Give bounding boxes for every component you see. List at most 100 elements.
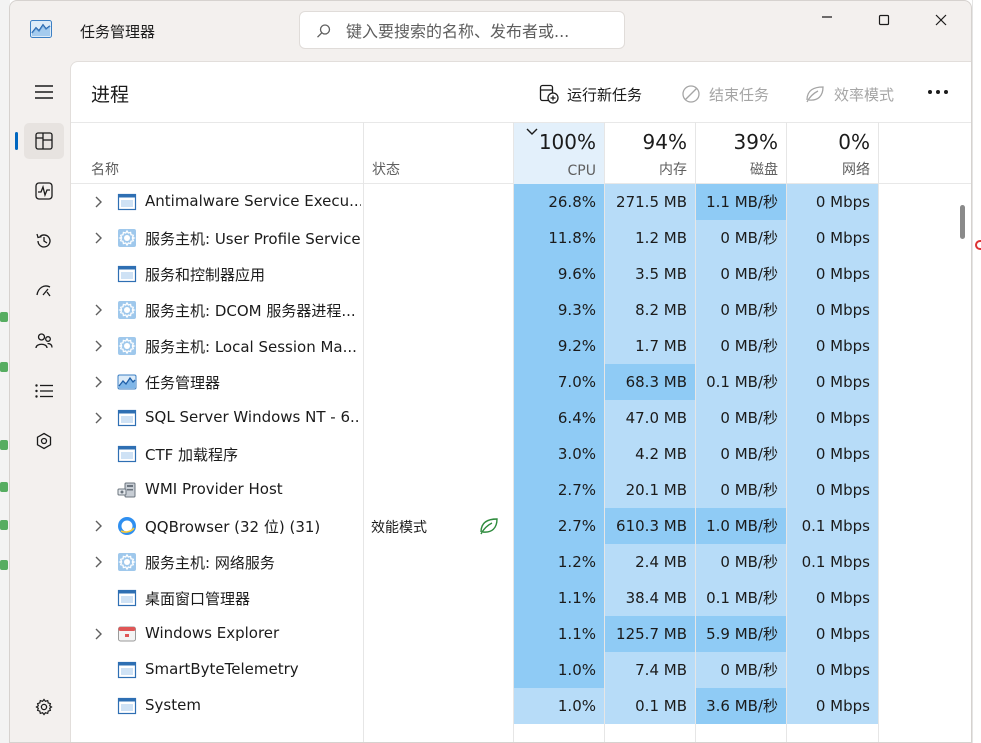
network-value: 0 Mbps [787, 616, 878, 652]
task-manager-window: 任务管理器 键入要搜索的名称、发布者或... 进程 运行新任务 结束任务 效率模… [9, 0, 972, 743]
table-row[interactable]: System 1.0% 0.1 MB 3.6 MB/秒 0 Mbps [71, 688, 959, 724]
column-disk-label: 磁盘 [750, 162, 778, 178]
memory-value: 20.1 MB [605, 472, 695, 508]
efficiency-mode-button[interactable]: 效率模式 [804, 82, 894, 106]
process-name: 任务管理器 [145, 374, 221, 392]
table-row[interactable]: QQBrowser (32 位) (31) 效能模式 2.7% 610.3 MB 1.0… [71, 508, 959, 544]
table-row[interactable]: 服务主机: Local Session Ma... 9.2% 1.7 MB 0 MB/… [71, 328, 959, 364]
minimize-button[interactable] [804, 1, 850, 39]
nav-performance[interactable] [24, 173, 64, 209]
users-icon [35, 333, 53, 349]
efficiency-leaf-icon [806, 86, 824, 103]
chevron-right-icon[interactable] [93, 519, 105, 533]
table-row[interactable]: 服务主机: User Profile Service 11.8% 1.2 MB 0 M… [71, 220, 959, 256]
disk-value: 5.9 MB/秒 [696, 616, 786, 652]
efficiency-mode-label: 效率模式 [834, 85, 895, 104]
table-row[interactable]: SmartByteTelemetry 1.0% 7.4 MB 0 MB/秒 0 Mbps [71, 652, 959, 688]
page-title: 进程 [91, 84, 130, 106]
process-name: 桌面窗口管理器 [145, 590, 251, 608]
more-options-button[interactable] [927, 80, 955, 104]
memory-value: 125.7 MB [605, 616, 695, 652]
details-list-icon [35, 384, 53, 398]
disk-value: 0 MB/秒 [696, 292, 786, 328]
chevron-right-icon[interactable] [93, 411, 105, 425]
background-red-mark [975, 240, 981, 250]
cpu-value: 7.0% [514, 364, 604, 400]
maximize-button[interactable] [861, 1, 907, 39]
chevron-right-icon[interactable] [93, 303, 105, 317]
cpu-value: 6.4% [514, 400, 604, 436]
disk-value: 0 MB/秒 [696, 544, 786, 580]
chevron-right-icon[interactable] [93, 195, 105, 209]
cpu-value: 1.0% [514, 688, 604, 724]
sort-descending-icon [526, 128, 538, 135]
table-row[interactable]: WMI Provider Host 2.7% 20.1 MB 0 MB/秒 0 Mbps [71, 472, 959, 508]
table-row[interactable]: 任务管理器 7.0% 68.3 MB 0.1 MB/秒 0 Mbps [71, 364, 959, 400]
memory-value: 1.7 MB [605, 328, 695, 364]
memory-total-percent: 94% [642, 130, 687, 154]
window-app-icon [117, 408, 137, 428]
disk-value: 0 MB/秒 [696, 256, 786, 292]
column-header-memory[interactable]: 94% 内存 [605, 123, 695, 185]
end-task-button[interactable]: 结束任务 [681, 82, 769, 106]
window-app-icon [117, 696, 137, 716]
table-row[interactable]: 服务主机: 网络服务 1.2% 2.4 MB 0 MB/秒 0.1 Mbps [71, 544, 959, 580]
more-dots-icon [928, 90, 948, 94]
minimize-icon [822, 16, 832, 18]
table-row[interactable]: Windows Explorer 1.1% 125.7 MB 5.9 MB/秒 0 Mb… [71, 616, 959, 652]
nav-processes[interactable] [24, 123, 64, 159]
service-gear-icon [117, 300, 137, 320]
network-value: 0 Mbps [787, 184, 878, 220]
nav-details[interactable] [24, 373, 64, 409]
cpu-value: 1.2% [514, 544, 604, 580]
disk-value: 0.1 MB/秒 [696, 364, 786, 400]
chevron-right-icon[interactable] [93, 375, 105, 389]
chevron-right-icon[interactable] [93, 627, 105, 641]
network-value: 0 Mbps [787, 436, 878, 472]
network-value: 0 Mbps [787, 652, 878, 688]
network-value: 0 Mbps [787, 472, 878, 508]
network-value: 0 Mbps [787, 364, 878, 400]
process-status: 效能模式 [371, 520, 427, 536]
title-bar[interactable]: 任务管理器 [10, 1, 971, 59]
task-manager-icon [30, 20, 52, 38]
column-status-label: 状态 [372, 162, 400, 178]
table-row[interactable]: 桌面窗口管理器 1.1% 38.4 MB 0.1 MB/秒 0 Mbps [71, 580, 959, 616]
maximize-icon [878, 14, 890, 26]
disk-value: 0 MB/秒 [696, 436, 786, 472]
column-name-label: 名称 [91, 162, 119, 178]
chevron-right-icon[interactable] [93, 339, 105, 353]
nav-users[interactable] [24, 323, 64, 359]
memory-value: 8.2 MB [605, 292, 695, 328]
process-name: System [145, 696, 201, 714]
network-total-percent: 0% [838, 130, 870, 154]
cpu-value: 11.8% [514, 220, 604, 256]
nav-startup-apps[interactable] [24, 273, 64, 309]
chevron-right-icon[interactable] [93, 231, 105, 245]
chevron-right-icon[interactable] [93, 555, 105, 569]
settings-button[interactable] [24, 689, 64, 725]
table-row[interactable]: 服务主机: DCOM 服务器进程... 9.3% 8.2 MB 0 MB/秒 0 Mbp… [71, 292, 959, 328]
column-header-status[interactable]: 状态 [364, 123, 514, 185]
vertical-scrollbar-thumb[interactable] [960, 205, 965, 239]
column-header-network[interactable]: 0% 网络 [787, 123, 878, 185]
column-header-name[interactable]: 名称 [71, 123, 363, 185]
cpu-value: 2.7% [514, 472, 604, 508]
nav-services[interactable] [24, 423, 64, 459]
close-button[interactable] [918, 1, 964, 39]
services-puzzle-icon [36, 432, 52, 450]
memory-value: 0.1 MB [605, 688, 695, 724]
nav-menu-button[interactable] [24, 74, 64, 110]
run-new-task-button[interactable]: 运行新任务 [539, 82, 642, 106]
search-input[interactable] [346, 19, 606, 43]
disk-value: 1.0 MB/秒 [696, 508, 786, 544]
search-box[interactable] [299, 11, 625, 49]
table-row[interactable]: 服务和控制器应用 9.6% 3.5 MB 0 MB/秒 0 Mbps [71, 256, 959, 292]
table-row[interactable]: SQL Server Windows NT - 6... 6.4% 47.0 MB 0… [71, 400, 959, 436]
table-row[interactable]: CTF 加载程序 3.0% 4.2 MB 0 MB/秒 0 Mbps [71, 436, 959, 472]
column-header-disk[interactable]: 39% 磁盘 [696, 123, 786, 185]
nav-app-history[interactable] [24, 223, 64, 259]
service-gear-icon [117, 228, 137, 248]
table-row[interactable]: Antimalware Service Execu... 26.8% 271.5 M… [71, 184, 959, 220]
memory-value: 4.2 MB [605, 436, 695, 472]
